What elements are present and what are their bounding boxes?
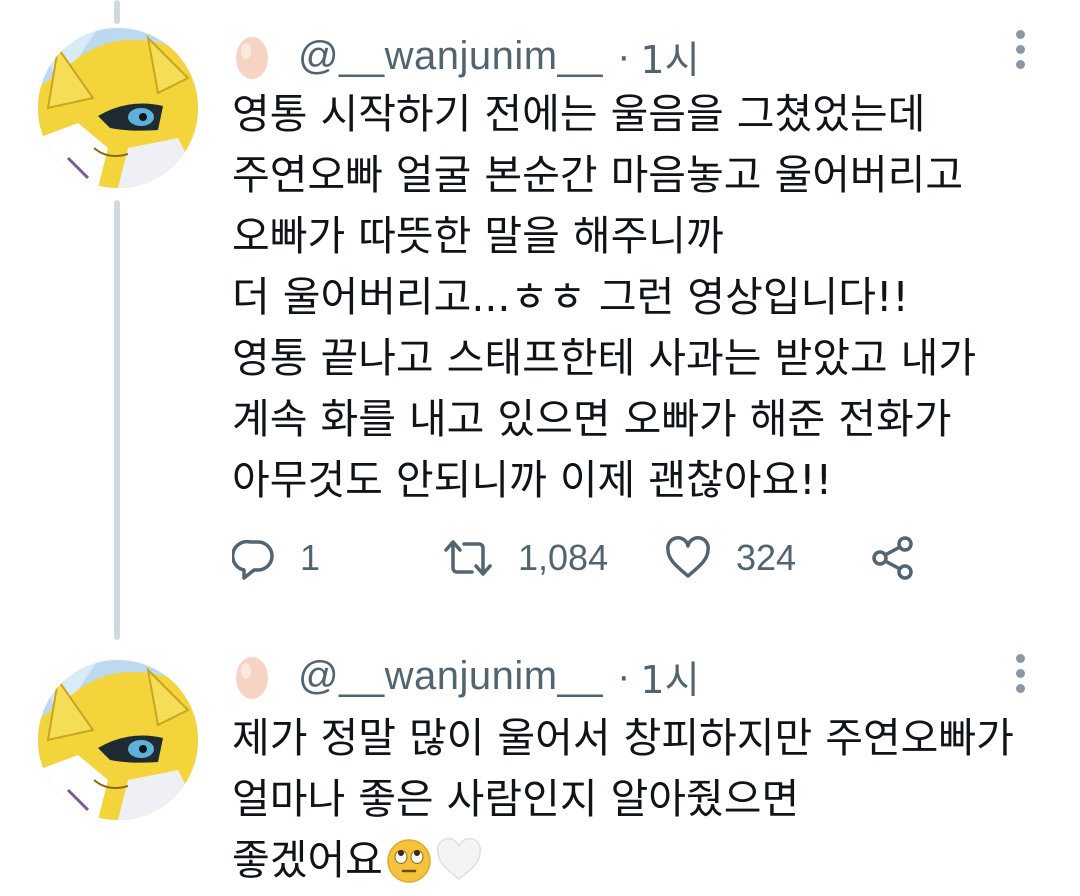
retweet-button[interactable]: 1,084 xyxy=(442,536,664,580)
tweet-text-line: 오빠가 따뜻한 말을 해주니까 xyxy=(232,212,724,260)
reply-icon xyxy=(232,539,274,580)
tweet-text-line: 아무것도 안되니까 이제 괜찮아요!! xyxy=(232,456,833,504)
egg-icon xyxy=(236,657,268,699)
share-button[interactable] xyxy=(869,534,917,582)
reply-count: 1 xyxy=(300,537,321,578)
white-heart-emoji xyxy=(436,837,481,880)
tweet-header: @__wanjunim__ · 1시 xyxy=(232,650,700,702)
tweet-actions: 1 1,084 324 xyxy=(232,530,917,586)
like-button[interactable]: 324 xyxy=(664,536,869,580)
tweet-text-last: 좋겠어요 xyxy=(232,836,383,884)
like-icon xyxy=(666,536,710,578)
tweet-text-line: 얼마나 좋은 사람인지 알아줬으면 xyxy=(232,775,800,823)
timestamp[interactable]: 1시 xyxy=(640,649,699,704)
face-with-rolling-eyes-emoji xyxy=(387,838,431,883)
tweet-text-line: 영통 시작하기 전에는 울음을 그쳤었는데 xyxy=(232,90,926,138)
tweet-text-line: 제가 정말 많이 울어서 창피하지만 주연오빠가 xyxy=(232,714,1014,762)
share-icon xyxy=(872,536,913,580)
egg-icon xyxy=(236,37,268,79)
tweet[interactable]: @__wanjunim__ · 1시 제가 정말 많이 울어서 창피하지만 주연… xyxy=(0,640,1080,896)
separator-dot: · xyxy=(617,33,631,78)
tweet-text-line: 계속 화를 내고 있으면 오빠가 해준 전화가 xyxy=(232,395,952,443)
avatar-image xyxy=(38,660,198,820)
like-count: 324 xyxy=(736,537,797,578)
retweet-count: 1,084 xyxy=(518,537,609,578)
avatar[interactable] xyxy=(38,660,198,820)
tweet-text-line: 주연오빠 얼굴 본순간 마음놓고 울어버리고 xyxy=(232,151,964,199)
user-handle[interactable]: @__wanjunim__ xyxy=(298,34,603,79)
tweet-text-line: 영통 끝나고 스태프한테 사과는 받았고 내가 xyxy=(232,334,977,382)
reply-button[interactable]: 1 xyxy=(232,536,442,580)
timeline: @__wanjunim__ · 1시 영통 시작하기 전에는 울음을 그쳤었는데… xyxy=(0,0,1080,896)
avatar-image xyxy=(38,28,198,188)
tweet-header: @__wanjunim__ · 1시 xyxy=(232,30,700,82)
user-handle[interactable]: @__wanjunim__ xyxy=(298,654,603,699)
tweet-text: 제가 정말 많이 울어서 창피하지만 주연오빠가 얼마나 좋은 사람인지 알아줬… xyxy=(232,708,1062,891)
tweet[interactable]: @__wanjunim__ · 1시 영통 시작하기 전에는 울음을 그쳤었는데… xyxy=(0,0,1080,640)
more-icon[interactable] xyxy=(1013,30,1027,74)
tweet-text-line: 좋겠어요 xyxy=(232,830,1062,891)
more-icon[interactable] xyxy=(1013,654,1027,698)
retweet-icon xyxy=(444,540,492,576)
separator-dot: · xyxy=(617,653,631,698)
tweet-text: 영통 시작하기 전에는 울음을 그쳤었는데 주연오빠 얼굴 본순간 마음놓고 울… xyxy=(232,84,1062,511)
avatar[interactable] xyxy=(38,28,198,188)
tweet-text-line: 더 울어버리고...ㅎㅎ 그런 영상입니다!! xyxy=(232,273,909,321)
timestamp[interactable]: 1시 xyxy=(640,29,699,84)
